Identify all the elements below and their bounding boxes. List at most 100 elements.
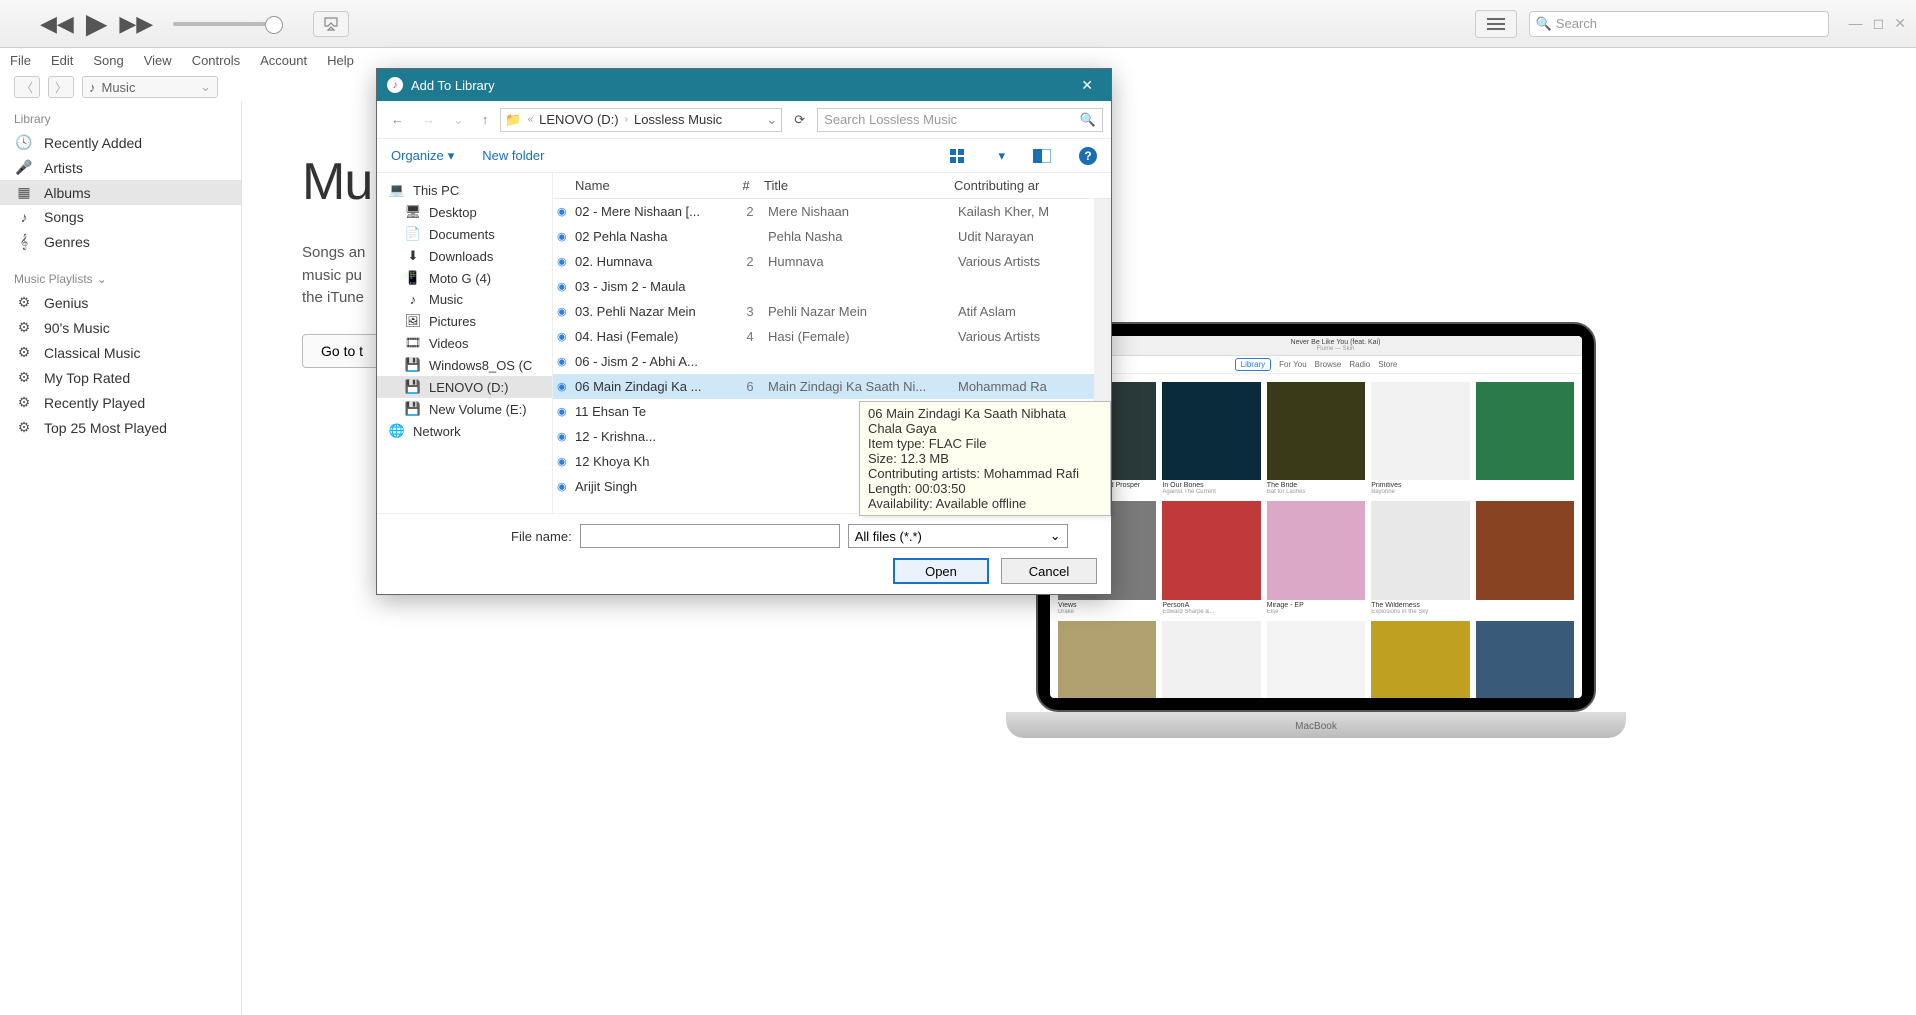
- tree-item[interactable]: 🌐Network: [377, 420, 552, 442]
- col-num[interactable]: #: [728, 178, 764, 193]
- library-selector[interactable]: ♪ Music ⌄: [82, 76, 218, 98]
- playlist-item[interactable]: ⚙Classical Music: [0, 340, 241, 365]
- playlist-label: Recently Played: [44, 395, 145, 411]
- cancel-button[interactable]: Cancel: [1001, 558, 1097, 584]
- menu-file[interactable]: File: [10, 53, 31, 68]
- file-row[interactable]: ◉02 Pehla NashaPehla NashaUdit Narayan: [553, 224, 1111, 249]
- tree-item[interactable]: 📄Documents: [377, 223, 552, 245]
- tree-item[interactable]: ♪Music: [377, 289, 552, 310]
- new-folder-button[interactable]: New folder: [482, 148, 544, 163]
- file-row[interactable]: ◉03 - Jism 2 - Maula: [553, 274, 1111, 299]
- file-row[interactable]: ◉03. Pehli Nazar Mein3Pehli Nazar MeinAt…: [553, 299, 1111, 324]
- sidebar-item-artists[interactable]: 🎤Artists: [0, 155, 241, 180]
- drive-icon: 💾: [405, 357, 421, 373]
- breadcrumb[interactable]: 📁 « LENOVO (D:) › Lossless Music ⌄: [500, 108, 782, 132]
- back-button[interactable]: 〈: [14, 76, 40, 98]
- menu-view[interactable]: View: [144, 53, 172, 68]
- go-to-store-button[interactable]: Go to t: [302, 334, 382, 368]
- tree-item[interactable]: ⬇Downloads: [377, 245, 552, 267]
- file-row[interactable]: ◉02 - Mere Nishaan [...2Mere NishaanKail…: [553, 199, 1111, 224]
- path-recent-button[interactable]: ⌄: [447, 110, 470, 130]
- playlist-label: Classical Music: [44, 345, 140, 361]
- tree-label: This PC: [413, 183, 459, 198]
- preview-pane-button[interactable]: [1033, 149, 1051, 163]
- tooltip-line: Length: 00:03:50: [868, 481, 1102, 496]
- tree-item[interactable]: 💾New Volume (E:): [377, 398, 552, 420]
- menu-controls[interactable]: Controls: [192, 53, 240, 68]
- folder-tree[interactable]: 💻This PC🖥Desktop📄Documents⬇Downloads📱Mot…: [377, 173, 553, 513]
- gear-icon: ⚙: [14, 319, 34, 336]
- file-row[interactable]: ◉06 Main Zindagi Ka ...6Main Zindagi Ka …: [553, 374, 1111, 399]
- album-tile: [1476, 621, 1574, 698]
- file-tracknum: 2: [732, 254, 768, 269]
- open-button[interactable]: Open: [893, 558, 989, 584]
- chevron-down-icon[interactable]: ⌄: [766, 112, 777, 128]
- tree-item[interactable]: 💻This PC: [377, 179, 552, 201]
- forward-button[interactable]: 〉: [48, 76, 74, 98]
- airplay-button[interactable]: [313, 11, 349, 37]
- col-name[interactable]: Name: [553, 178, 728, 193]
- organize-menu[interactable]: Organize ▾: [391, 148, 454, 164]
- menu-account[interactable]: Account: [260, 53, 307, 68]
- view-mode-button[interactable]: [950, 149, 970, 163]
- downloads-icon: ⬇: [405, 248, 421, 264]
- tree-label: Pictures: [429, 314, 476, 329]
- sidebar-item-songs[interactable]: ♪Songs: [0, 205, 241, 229]
- next-button[interactable]: ▶▶: [119, 11, 153, 37]
- file-row[interactable]: ◉06 - Jism 2 - Abhi A...: [553, 349, 1111, 374]
- path-up-button[interactable]: ↑: [476, 110, 495, 129]
- menu-help[interactable]: Help: [327, 53, 354, 68]
- playlist-item[interactable]: ⚙90's Music: [0, 315, 241, 340]
- sidebar-item-albums[interactable]: ▦Albums: [0, 180, 241, 205]
- help-icon[interactable]: ?: [1079, 147, 1097, 165]
- audio-file-icon: ◉: [557, 205, 575, 218]
- tree-item[interactable]: 💾Windows8_OS (C: [377, 354, 552, 376]
- maximize-button[interactable]: ◻: [1873, 15, 1885, 32]
- breadcrumb-seg-1[interactable]: Lossless Music: [634, 112, 722, 127]
- file-name: 12 Khoya Kh: [575, 454, 732, 469]
- path-back-button[interactable]: ←: [385, 110, 410, 129]
- close-button[interactable]: ✕: [1894, 15, 1906, 32]
- playlist-item[interactable]: ⚙Recently Played: [0, 390, 241, 415]
- up-next-button[interactable]: [1475, 10, 1517, 38]
- search-input[interactable]: 🔍 Search: [1529, 11, 1829, 37]
- minimize-button[interactable]: —: [1849, 15, 1863, 32]
- filename-input[interactable]: [580, 524, 840, 548]
- tree-item[interactable]: 💾LENOVO (D:): [377, 376, 552, 398]
- refresh-button[interactable]: ⟳: [788, 112, 811, 128]
- sidebar-icon: 𝄞: [14, 233, 34, 250]
- playlist-item[interactable]: ⚙Genius: [0, 290, 241, 315]
- file-row[interactable]: ◉02. Humnava2HumnavaVarious Artists: [553, 249, 1111, 274]
- file-row[interactable]: ◉04. Hasi (Female)4Hasi (Female)Various …: [553, 324, 1111, 349]
- file-title: Hasi (Female): [768, 329, 958, 344]
- col-title[interactable]: Title: [764, 178, 954, 193]
- sidebar: Library 🕓Recently Added🎤Artists▦Albums♪S…: [0, 102, 242, 1015]
- menu-edit[interactable]: Edit: [51, 53, 73, 68]
- file-name: 03 - Jism 2 - Maula: [575, 279, 732, 294]
- sidebar-item-genres[interactable]: 𝄞Genres: [0, 229, 241, 254]
- tree-item[interactable]: 📱Moto G (4): [377, 267, 552, 289]
- file-tracknum: 3: [732, 304, 768, 319]
- play-button[interactable]: ▶: [86, 7, 108, 40]
- breadcrumb-seg-0[interactable]: LENOVO (D:): [539, 112, 618, 127]
- dialog-search-input[interactable]: Search Lossless Music 🔍: [817, 108, 1103, 132]
- tree-item[interactable]: 🎞Videos: [377, 332, 552, 354]
- file-filter-select[interactable]: All files (*.*) ⌄: [848, 524, 1068, 548]
- chevron-down-icon[interactable]: ▾: [998, 148, 1005, 164]
- player-toolbar: ◀◀ ▶ ▶▶ 🔍 Search — ◻ ✕: [0, 0, 1916, 48]
- sidebar-item-recently-added[interactable]: 🕓Recently Added: [0, 130, 241, 155]
- menu-song[interactable]: Song: [93, 53, 123, 68]
- dialog-close-button[interactable]: ✕: [1073, 75, 1101, 96]
- prev-button[interactable]: ◀◀: [40, 11, 74, 37]
- path-forward-button[interactable]: →: [416, 110, 441, 129]
- gear-icon: ⚙: [14, 369, 34, 386]
- sidebar-head-playlists[interactable]: Music Playlists ⌄: [0, 268, 241, 290]
- volume-slider[interactable]: [173, 22, 283, 26]
- tree-item[interactable]: 🖥Desktop: [377, 201, 552, 223]
- col-artist[interactable]: Contributing ar: [954, 178, 1111, 193]
- tree-label: Moto G (4): [429, 271, 491, 286]
- playlist-item[interactable]: ⚙My Top Rated: [0, 365, 241, 390]
- playlist-item[interactable]: ⚙Top 25 Most Played: [0, 415, 241, 440]
- desktop-icon: 🖥: [405, 204, 421, 220]
- tree-item[interactable]: 🖼Pictures: [377, 310, 552, 332]
